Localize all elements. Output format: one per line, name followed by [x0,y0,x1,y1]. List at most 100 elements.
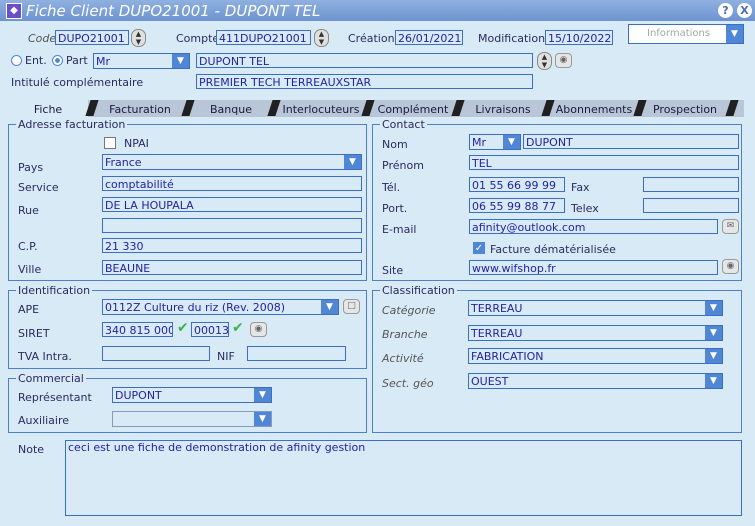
tab-banque[interactable]: Banque [192,102,270,117]
auxiliaire-label: Auxiliaire [18,414,70,427]
branche-value: TERREAU [471,327,523,340]
facture-label: Facture dématérialisée [490,243,616,256]
code-spinner[interactable]: ▲ ▼ [131,29,146,47]
close-button[interactable]: X [737,3,752,18]
chevron-down-icon: ▼ [321,300,338,314]
tel-label: Tél. [382,181,401,194]
tab-facturation[interactable]: Facturation [96,102,184,117]
tab-livraisons[interactable]: Livraisons [462,102,544,117]
tab-prospection[interactable]: Prospection [644,102,726,117]
cp-field[interactable]: 21 330 [102,238,362,253]
prenom-label: Prénom [382,159,424,172]
telex-field[interactable] [643,198,739,213]
contact-civilite-select[interactable]: Mr ▼ [469,134,521,150]
categorie-label: Catégorie [382,304,436,317]
nom-field[interactable]: DUPONT TEL [196,53,533,68]
chevron-down-icon: ▼ [503,135,520,149]
representant-label: Représentant [18,391,92,404]
siret-suffix-field[interactable]: 00013 [191,322,229,337]
service-field[interactable]: comptabilité [102,176,362,191]
auxiliaire-select[interactable]: ▼ [112,411,272,427]
mail-icon[interactable]: ✉ [722,219,739,234]
ape-select[interactable]: 0112Z Culture du riz (Rev. 2008) ▼ [102,299,339,315]
ape-label: APE [18,303,40,316]
fax-field[interactable] [643,177,739,192]
chevron-down-icon: ▼ [705,374,722,388]
email-field[interactable]: afinity@outlook.com [469,219,718,234]
activite-label: Activité [382,352,424,365]
part-radio[interactable] [52,55,63,66]
lookup-icon[interactable]: □ [343,299,360,314]
ville-label: Ville [18,263,42,276]
nif-label: NIF [217,350,235,363]
telex-label: Telex [571,202,599,215]
note-textarea[interactable]: ceci est une fiche de demonstration de a… [65,440,742,516]
prenom-field[interactable]: TEL [469,155,739,170]
eye-icon[interactable]: ◉ [250,322,267,337]
eye-icon[interactable]: ◉ [722,259,739,274]
nif-field[interactable] [247,346,346,361]
cp-label: C.P. [18,240,38,253]
tva-field[interactable] [102,346,210,361]
pays-select[interactable]: France ▼ [102,154,362,170]
tab-abonnements[interactable]: Abonnements [552,102,636,117]
npai-checkbox[interactable] [104,137,116,149]
ent-radio[interactable] [11,55,22,66]
tab-interlocuteurs[interactable]: Interlocuteurs [278,102,364,117]
compte-field[interactable]: 411DUPO21001 [216,30,311,45]
tab-complement[interactable]: Complément [372,102,454,117]
commercial-legend: Commercial [16,372,86,385]
help-button[interactable]: ? [718,3,733,18]
identification-legend: Identification [16,284,93,297]
sectgeo-select[interactable]: OUEST ▼ [468,373,723,389]
intitule-label: Intitulé complémentaire [11,76,144,89]
contact-nom-label: Nom [382,138,408,151]
fax-label: Fax [571,181,590,194]
tab-fiche[interactable]: Fiche [8,102,88,117]
contact-nom-field[interactable]: DUPONT [523,134,739,149]
branche-label: Branche [382,328,428,341]
representant-select[interactable]: DUPONT ▼ [112,387,272,403]
activite-select[interactable]: FABRICATION ▼ [468,348,723,364]
chevron-down-icon: ▼ [705,301,722,315]
creation-field[interactable]: 26/01/2021 [395,30,463,45]
informations-dropdown[interactable]: Informations ▼ [628,24,744,44]
facture-checkbox[interactable]: ✓ [473,242,485,254]
ville-field[interactable]: BEAUNE [102,260,362,275]
intitule-field[interactable]: PREMIER TECH TERREAUXSTAR [196,74,533,89]
classification-legend: Classification [380,284,457,297]
code-field[interactable]: DUPO21001 [55,30,129,45]
compte-spinner[interactable]: ▲ ▼ [314,29,329,47]
chevron-down-icon: ▼ [254,412,271,426]
adresse-legend: Adresse facturation [16,118,128,131]
modification-label: Modification [478,32,546,45]
port-field[interactable]: 06 55 99 88 77 [469,198,565,213]
site-field[interactable]: www.wifshop.fr [469,260,718,275]
modification-field[interactable]: 15/10/2022 [545,30,613,45]
civilite-select[interactable]: Mr ▼ [93,53,190,69]
eye-icon[interactable]: ◉ [555,53,572,68]
check-icon: ✔ [232,320,244,336]
app-icon: ◆ [6,3,22,19]
tel-field[interactable]: 01 55 66 99 99 [469,177,565,192]
civilite-value: Mr [96,55,111,68]
chevron-down-icon: ▼ [705,326,722,340]
rue2-field[interactable] [102,218,362,233]
chevron-down-icon: ▼ [705,349,722,363]
port-label: Port. [382,202,408,215]
npai-label: NPAI [124,137,149,150]
siret-label: SIRET [18,327,50,340]
sectgeo-value: OUEST [471,375,509,388]
email-label: E-mail [382,223,417,236]
rue-field[interactable]: DE LA HOUPALA [102,197,362,212]
activite-value: FABRICATION [471,350,544,363]
nom-spinner[interactable]: ▲ ▼ [537,52,552,70]
creation-label: Création [348,32,395,45]
rue-label: Rue [18,204,39,217]
contact-civilite-value: Mr [472,136,487,149]
categorie-value: TERREAU [471,302,523,315]
branche-select[interactable]: TERREAU ▼ [468,325,723,341]
categorie-select[interactable]: TERREAU ▼ [468,300,723,316]
siret-field[interactable]: 340 815 000 [102,322,173,337]
site-label: Site [382,264,404,277]
